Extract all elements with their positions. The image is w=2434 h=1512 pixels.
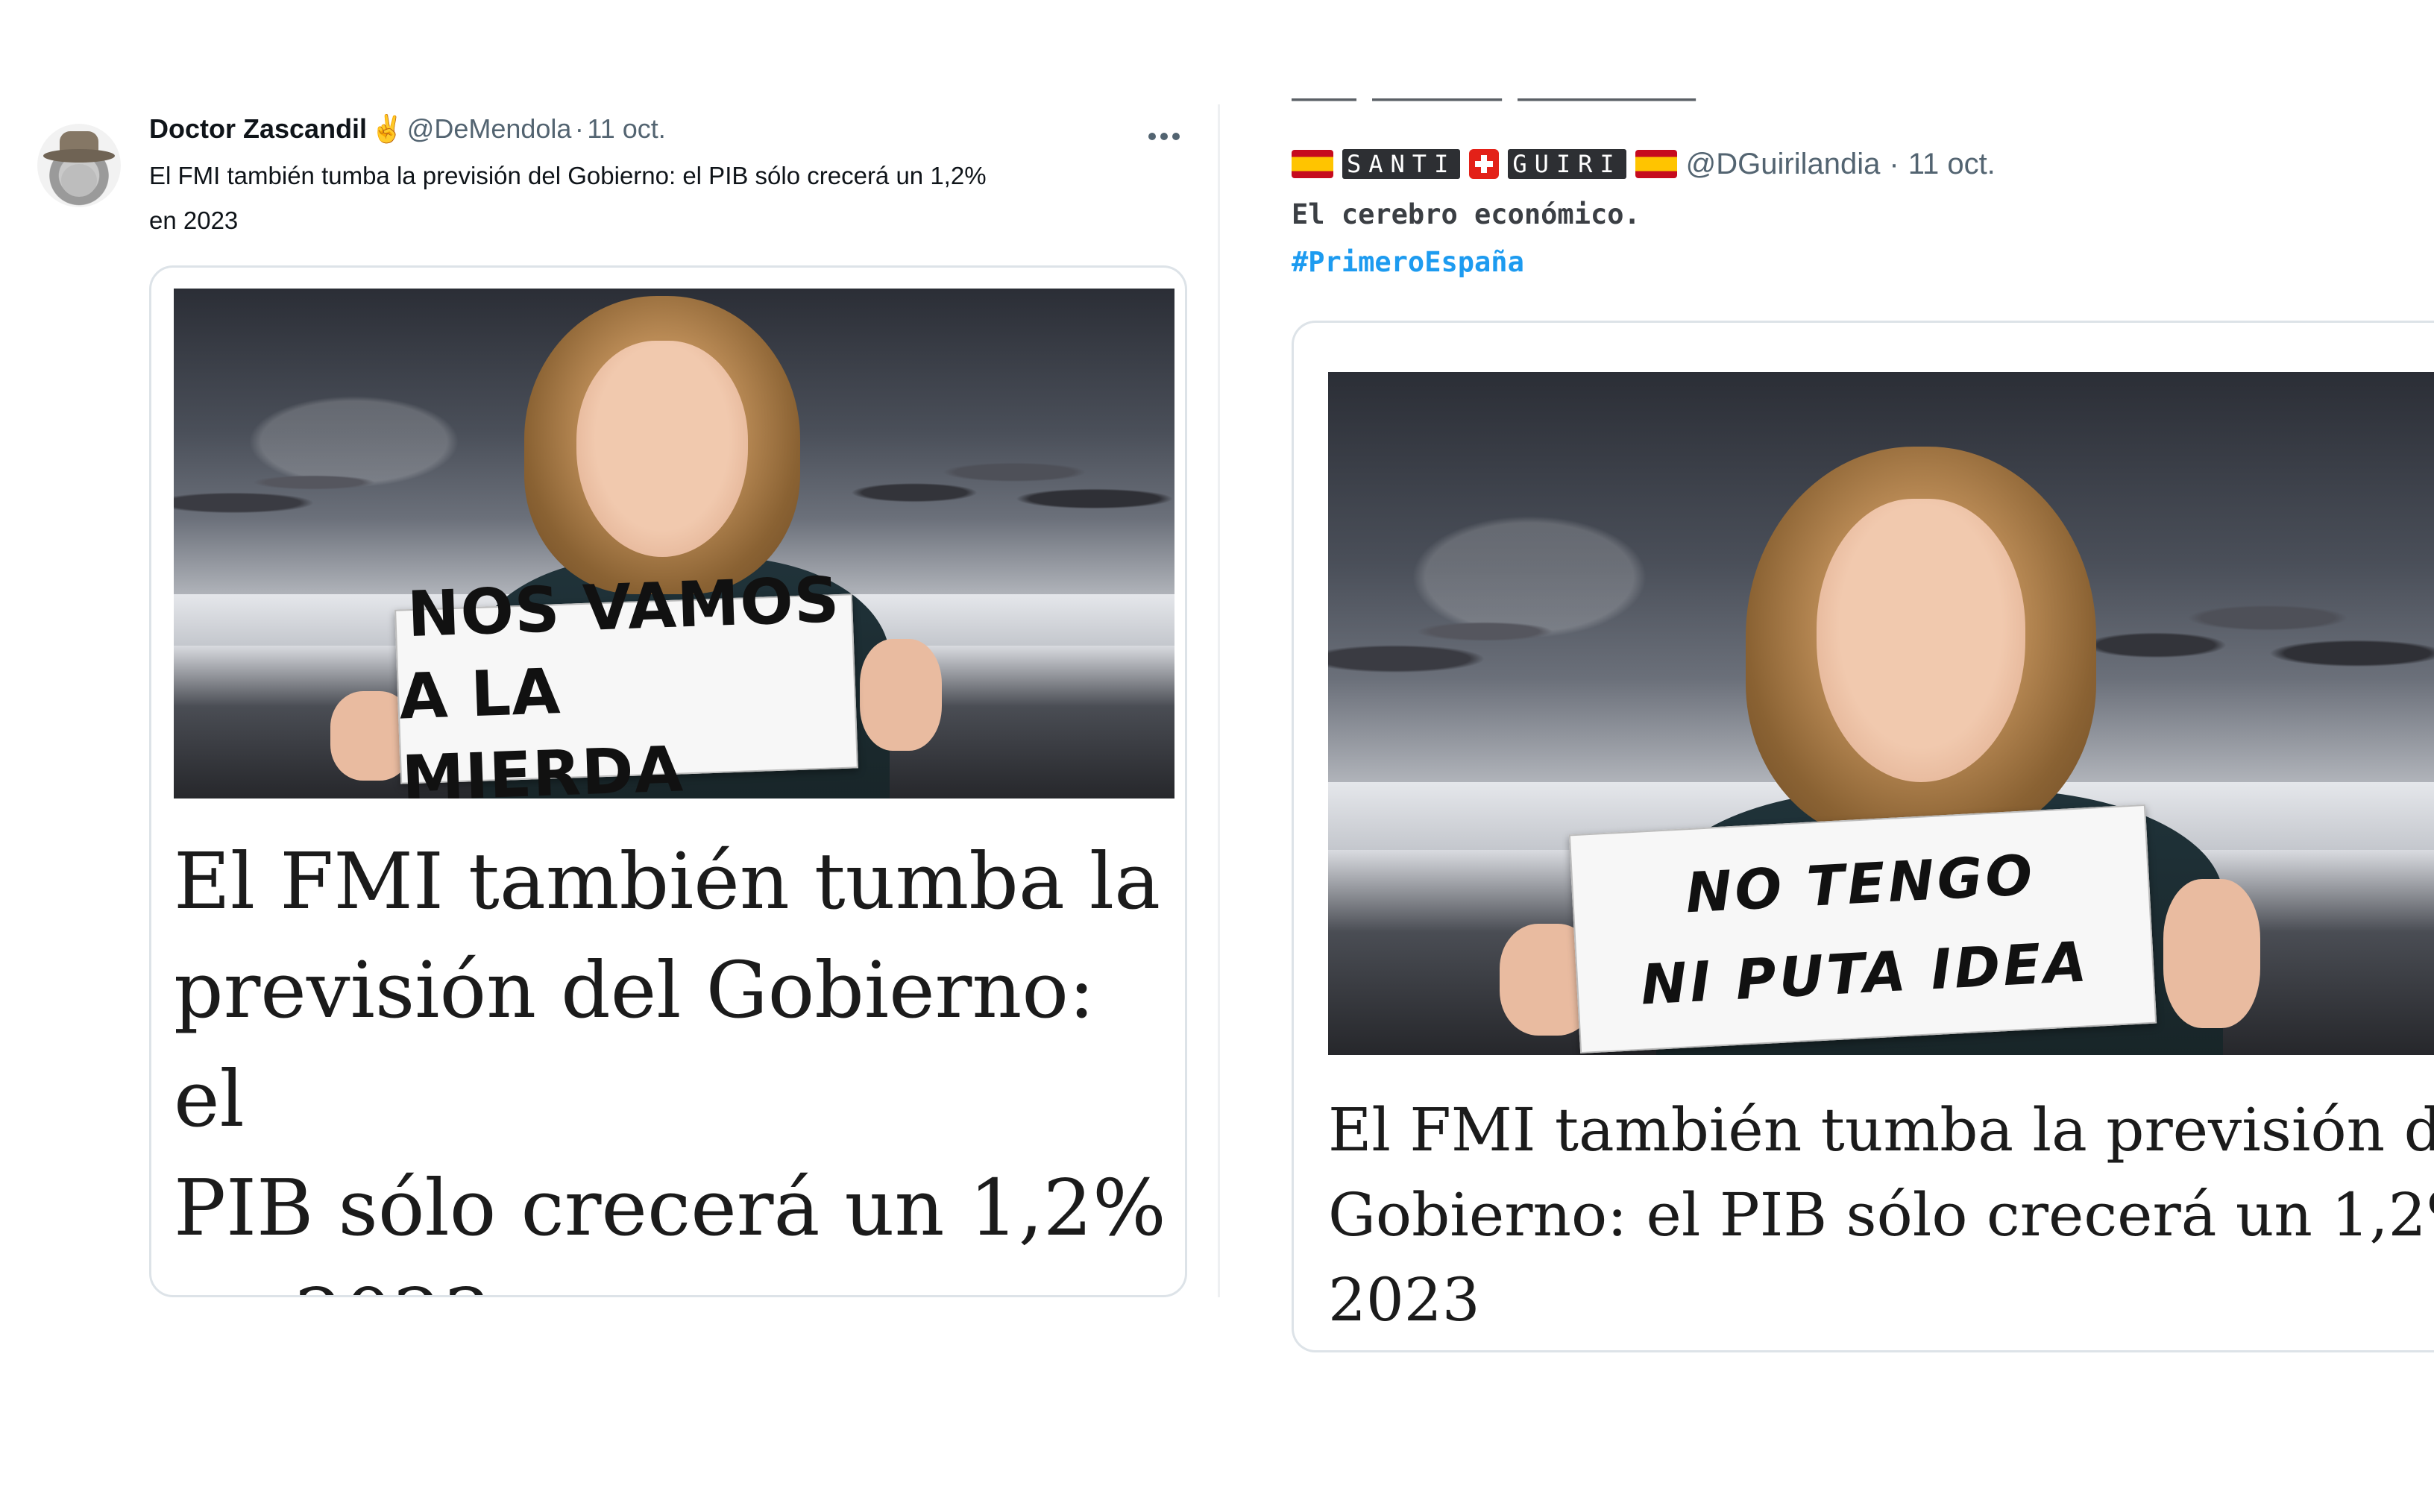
photo-hand xyxy=(2163,879,2260,1028)
headline-line: Gobierno: el PIB sólo crecerá un 1,2% en xyxy=(1328,1180,2434,1250)
author-name[interactable]: Doctor Zascandil xyxy=(149,113,367,144)
headline-line: en 2023 xyxy=(174,1262,1173,1295)
avatar-face xyxy=(61,164,97,197)
tweet-text: El cerebro económico. xyxy=(1292,198,1641,230)
tweet-date[interactable]: 11 oct. xyxy=(587,113,665,144)
protest-sign: NOS VAMOS A LA MIERDA xyxy=(394,563,858,798)
display-name-part[interactable]: SANTI xyxy=(1342,149,1461,179)
tweet-text-line: en 2023 xyxy=(149,207,239,234)
display-name-part[interactable]: GUIRI xyxy=(1508,149,1626,179)
photo-hand xyxy=(860,639,942,751)
more-horizontal-icon[interactable] xyxy=(1147,131,1181,142)
headline-line: PIB sólo crecerá un 1,2% xyxy=(174,1162,1166,1253)
author-handle[interactable]: @DeMendola xyxy=(407,113,572,144)
headline-line: El FMI también tumba la previsión del xyxy=(1328,1095,2434,1165)
photo-woman-face xyxy=(576,341,748,557)
avatar[interactable] xyxy=(37,124,121,207)
column-divider xyxy=(1218,104,1220,1297)
headline-line: previsión del Gobierno: el xyxy=(174,945,1095,1144)
tweet-header: Doctor Zascandil ✌ @DeMendola · 11 oct. xyxy=(149,113,666,145)
protest-sign: NO TENGO NI PUTA IDEA xyxy=(1568,804,2157,1054)
sign-text-line: NOS VAMOS xyxy=(406,562,841,652)
author-handle[interactable]: @DGuirilandia xyxy=(1686,148,1881,181)
hashtag-link[interactable]: #PrimeroEspaña xyxy=(1292,246,1524,278)
tweet-date[interactable]: 11 oct. xyxy=(1908,148,1996,181)
tweet-text-line: El FMI también tumba la previsión del Go… xyxy=(149,162,987,189)
flag-spain-icon xyxy=(1292,150,1333,178)
flag-spain-icon xyxy=(1635,150,1677,178)
victory-hand-emoji: ✌ xyxy=(370,113,404,144)
sign-text-line: A LA MIERDA xyxy=(397,655,685,798)
link-card[interactable]: NOS VAMOS A LA MIERDA El FMI también tum… xyxy=(149,265,1187,1297)
tweet-header: SANTI GUIRI @DGuirilandia · 11 oct. xyxy=(1292,142,1996,186)
meta-separator: · xyxy=(1889,147,1899,180)
photo-woman-face xyxy=(1817,499,2025,782)
card-photo: NOS VAMOS A LA MIERDA xyxy=(174,289,1174,798)
headline-line: El FMI también tumba la xyxy=(174,836,1161,927)
card-headline: El FMI también tumba la previsión del Go… xyxy=(1328,1088,2434,1343)
link-card[interactable]: NO TENGO NI PUTA IDEA El FMI también tum… xyxy=(1292,321,2434,1352)
avatar-hat-brim xyxy=(43,149,115,163)
headline-line: 2023 xyxy=(1328,1265,1480,1335)
card-photo: NO TENGO NI PUTA IDEA xyxy=(1328,372,2434,1055)
card-headline: El FMI también tumba la previsión del Go… xyxy=(174,827,1173,1295)
tweet-text: El FMI también tumba la previsión del Go… xyxy=(149,154,1201,243)
meta-separator: · xyxy=(574,113,584,144)
cropped-previous-line: ▀▀▀▀ ▀▀▀▀▀▀▀▀ ▀▀▀▀▀▀▀▀▀▀▀ xyxy=(1292,98,1696,117)
flag-switzerland-icon xyxy=(1469,149,1500,179)
